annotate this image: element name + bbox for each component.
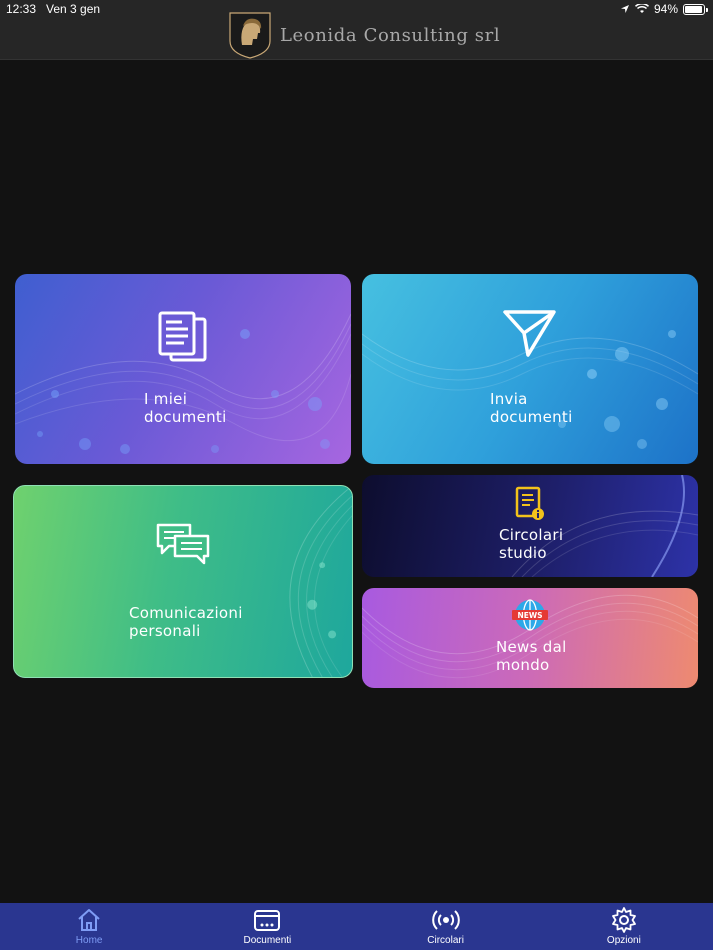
tile-label: News dal mondo xyxy=(496,638,567,674)
spartan-helmet-shield-icon xyxy=(229,12,271,59)
tab-documenti[interactable]: Documenti xyxy=(178,903,356,950)
tile-label: Circolari studio xyxy=(499,526,564,562)
tab-label: Circolari xyxy=(427,935,464,946)
status-time: 12:33 xyxy=(6,2,37,16)
wifi-icon xyxy=(634,4,649,13)
folder-dots-icon xyxy=(254,910,281,931)
battery-percent: 94% xyxy=(653,2,678,16)
tile-circolari-studio[interactable]: Circolari studio xyxy=(362,475,698,577)
tile-my-documents[interactable]: I miei documenti xyxy=(15,274,351,464)
tile-send-documents[interactable]: Invia documenti xyxy=(362,274,698,464)
tile-news-world[interactable]: NEWS News dal mondo xyxy=(362,588,698,688)
tile-label: Comunicazioni personali xyxy=(129,604,243,640)
broadcast-icon xyxy=(431,910,460,930)
tab-label: Home xyxy=(75,935,103,946)
status-date: Ven 3 gen xyxy=(46,2,101,16)
bubbles-decoration xyxy=(15,313,351,454)
battery-icon xyxy=(683,3,708,15)
tab-home[interactable]: Home xyxy=(0,903,178,950)
tile-personal-communications[interactable]: Comunicazioni personali xyxy=(13,485,353,678)
documents-icon xyxy=(158,311,207,362)
tile-label: Invia documenti xyxy=(490,390,573,426)
app-screen: 12:33 Ven 3 gen 94% Leonida Consulting s… xyxy=(0,0,713,950)
waves-decoration xyxy=(362,330,698,449)
waves-decoration xyxy=(289,486,352,677)
news-globe-icon: NEWS xyxy=(512,599,548,631)
tile-label: I miei documenti xyxy=(144,390,227,426)
status-indicators: 94% xyxy=(620,2,708,16)
tab-circolari[interactable]: Circolari xyxy=(357,903,535,950)
tab-label: Documenti xyxy=(243,935,292,946)
bottom-tab-bar: Home Documenti Circolari Opzioni xyxy=(0,903,713,950)
chat-bubbles-icon xyxy=(156,523,210,565)
location-arrow-icon xyxy=(620,5,629,13)
home-icon xyxy=(78,909,100,931)
svg-text:NEWS: NEWS xyxy=(517,611,542,620)
paper-plane-icon xyxy=(503,310,556,357)
header-bar: 12:33 Ven 3 gen 94% Leonida Consulting s… xyxy=(0,0,713,60)
tab-opzioni[interactable]: Opzioni xyxy=(535,903,713,950)
tab-label: Opzioni xyxy=(606,935,641,946)
document-info-icon xyxy=(515,486,544,520)
brand-name: Leonida Consulting srl xyxy=(280,25,501,46)
gear-icon xyxy=(611,907,636,933)
